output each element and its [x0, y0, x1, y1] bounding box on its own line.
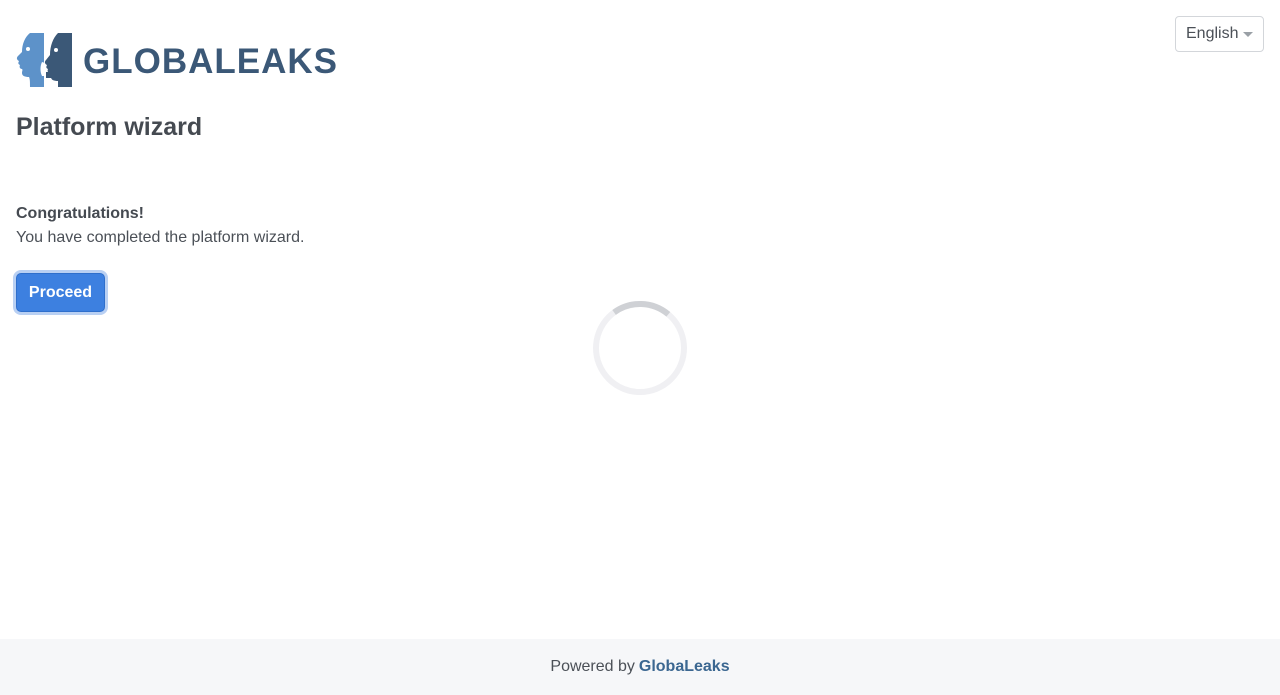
congrats-message: You have completed the platform wizard.	[16, 229, 305, 246]
footer: Powered by GlobaLeaks	[0, 639, 1280, 695]
language-select-value: English	[1186, 25, 1239, 42]
proceed-button[interactable]: Proceed	[13, 270, 108, 315]
footer-globaleaks-link[interactable]: GlobaLeaks	[639, 658, 730, 676]
congrats-heading: Congratulations!	[16, 205, 144, 222]
language-select[interactable]: English	[1175, 16, 1264, 52]
loading-spinner-icon	[592, 300, 688, 396]
logo-text: GLOBALEAKS	[83, 41, 338, 81]
proceed-button-label: Proceed	[16, 273, 105, 312]
footer-prefix: Powered by	[550, 658, 635, 675]
page-title: Platform wizard	[16, 113, 203, 141]
header: GLOBALEAKS	[16, 32, 338, 88]
page: GLOBALEAKS English Platform wizard Congr…	[0, 0, 1280, 695]
globaleaks-faces-icon	[16, 32, 72, 88]
caret-down-icon	[1243, 32, 1253, 37]
logo[interactable]: GLOBALEAKS	[16, 32, 338, 88]
